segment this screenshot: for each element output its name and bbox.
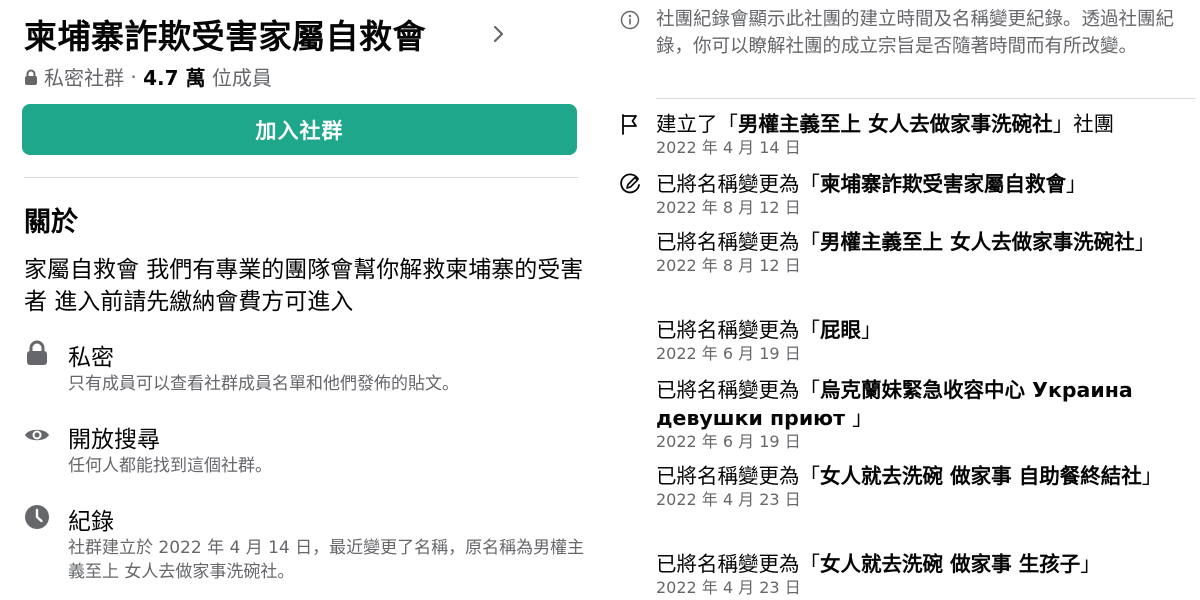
entry-prefix: 已將名稱變更為「 [656,378,820,402]
entry-prefix: 已將名稱變更為「 [656,172,820,196]
entry-prefix: 已將名稱變更為「 [656,318,820,342]
history-entry-text: 已將名稱變更為「烏克蘭妹緊急收容中心 Украина девушки приют… [656,376,1196,432]
history-entry: 已將名稱變更為「男權主義至上 女人去做家事洗碗社」 2022 年 8 月 12 … [656,228,1196,276]
meta-separator: · [124,64,144,89]
lock-icon [25,69,37,85]
about-heading: 關於 [24,207,78,238]
history-entry-text: 已將名稱變更為「屁眼」 [656,316,1196,344]
info-title: 紀錄 [68,509,114,535]
history-entry-text: 已將名稱變更為「柬埔寨詐欺受害家屬自救會」 [656,170,1196,198]
history-entry-text: 已將名稱變更為「女人就去洗碗 做家事 生孩子」 [656,550,1196,578]
group-history-panel: 社團紀錄會顯示此社團的建立時間及名稱變更紀錄。透過社團紀錄，你可以瞭解社團的成立… [604,0,1200,600]
entry-suffix: 」 [1141,464,1163,488]
entry-prefix: 已將名稱變更為「 [656,230,820,254]
history-entry-text: 已將名稱變更為「男權主義至上 女人去做家事洗碗社」 [656,228,1196,256]
history-entry-date: 2022 年 4 月 14 日 [656,138,801,157]
entry-suffix: 」 [1066,172,1087,196]
join-group-button[interactable]: 加入社群 [22,104,577,155]
entry-name: 男權主義至上 女人去做家事洗碗社 [738,112,1053,136]
chevron-right-icon[interactable] [492,24,506,44]
history-entry-date: 2022 年 6 月 19 日 [656,344,801,363]
history-entry: 已將名稱變更為「女人就去洗碗 做家事 生孩子」 2022 年 4 月 23 日 [656,550,1196,598]
info-subtitle: 任何人都能找到這個社群。 [68,456,272,476]
history-entry: 已將名稱變更為「屁眼」 2022 年 6 月 19 日 [656,316,1196,364]
privacy-label: 私密社群 [44,66,124,90]
history-entry: 已將名稱變更為「烏克蘭妹緊急收容中心 Украина девушки приют… [656,376,1196,452]
entry-name: 女人就去洗碗 做家事 自助餐終結社 [820,464,1142,488]
group-title[interactable]: 柬埔寨詐欺受害家屬自救會 [24,10,426,58]
divider [656,98,1196,99]
entry-name: 屁眼 [820,318,861,342]
history-entry-date: 2022 年 8 月 12 日 [656,256,801,275]
history-entry: 已將名稱變更為「柬埔寨詐欺受害家屬自救會」 2022 年 8 月 12 日 [656,170,1196,218]
entry-suffix: 」 [1080,552,1101,576]
info-title: 開放搜尋 [68,427,160,453]
entry-prefix: 已將名稱變更為「 [656,464,820,488]
entry-suffix: 」 [861,318,882,342]
history-info-text: 社團紀錄會顯示此社團的建立時間及名稱變更紀錄。透過社團紀錄，你可以瞭解社團的成立… [656,9,1175,57]
member-suffix: 位成員 [211,66,272,90]
history-entry: 建立了「男權主義至上 女人去做家事洗碗社」社團 2022 年 4 月 14 日 [656,110,1196,158]
lock-icon [27,340,47,365]
info-icon [620,10,640,30]
about-description: 家屬自救會 我們有專業的團隊會幫你解救柬埔寨的受害者 進入前請先繳納會費方可進入 [24,257,584,315]
edit-icon [620,173,640,194]
history-entry-date: 2022 年 6 月 19 日 [656,432,801,451]
entry-name: 男權主義至上 女人去做家事洗碗社 [820,230,1135,254]
history-entry-date: 2022 年 4 月 23 日 [656,578,801,597]
history-entry-date: 2022 年 4 月 23 日 [656,490,801,509]
divider [24,177,579,178]
history-entry: 已將名稱變更為「女人就去洗碗 做家事 自助餐終結社」 2022 年 4 月 23… [656,462,1196,510]
history-entry-text: 建立了「男權主義至上 女人去做家事洗碗社」社團 [656,110,1196,138]
group-about-panel: 柬埔寨詐欺受害家屬自救會 私密社群 · 4.7 萬 位成員 加入社群 關於 家屬… [0,0,600,600]
info-title: 私密 [68,345,114,371]
group-meta: 私密社群 · 4.7 萬 位成員 [24,62,272,91]
history-entry-date: 2022 年 8 月 12 日 [656,198,801,217]
info-subtitle: 只有成員可以查看社群成員名單和他們發佈的貼文。 [68,374,459,394]
entry-name: 女人就去洗碗 做家事 生孩子 [820,552,1081,576]
entry-suffix: 」 [852,406,873,430]
history-entry-text: 已將名稱變更為「女人就去洗碗 做家事 自助餐終結社」 [656,462,1196,490]
flag-icon [622,114,637,135]
entry-name: 柬埔寨詐欺受害家屬自救會 [820,172,1066,196]
entry-suffix: 」 [1134,230,1156,254]
eye-icon [25,429,49,441]
member-count: 4.7 萬 [143,66,206,90]
entry-suffix: 」社團 [1052,112,1115,136]
clock-icon [25,505,49,529]
info-subtitle: 社群建立於 2022 年 4 月 14 日，最近變更了名稱，原名稱為男權主義至上… [68,538,585,582]
entry-prefix: 已將名稱變更為「 [656,552,820,576]
entry-prefix: 建立了「 [656,112,738,136]
